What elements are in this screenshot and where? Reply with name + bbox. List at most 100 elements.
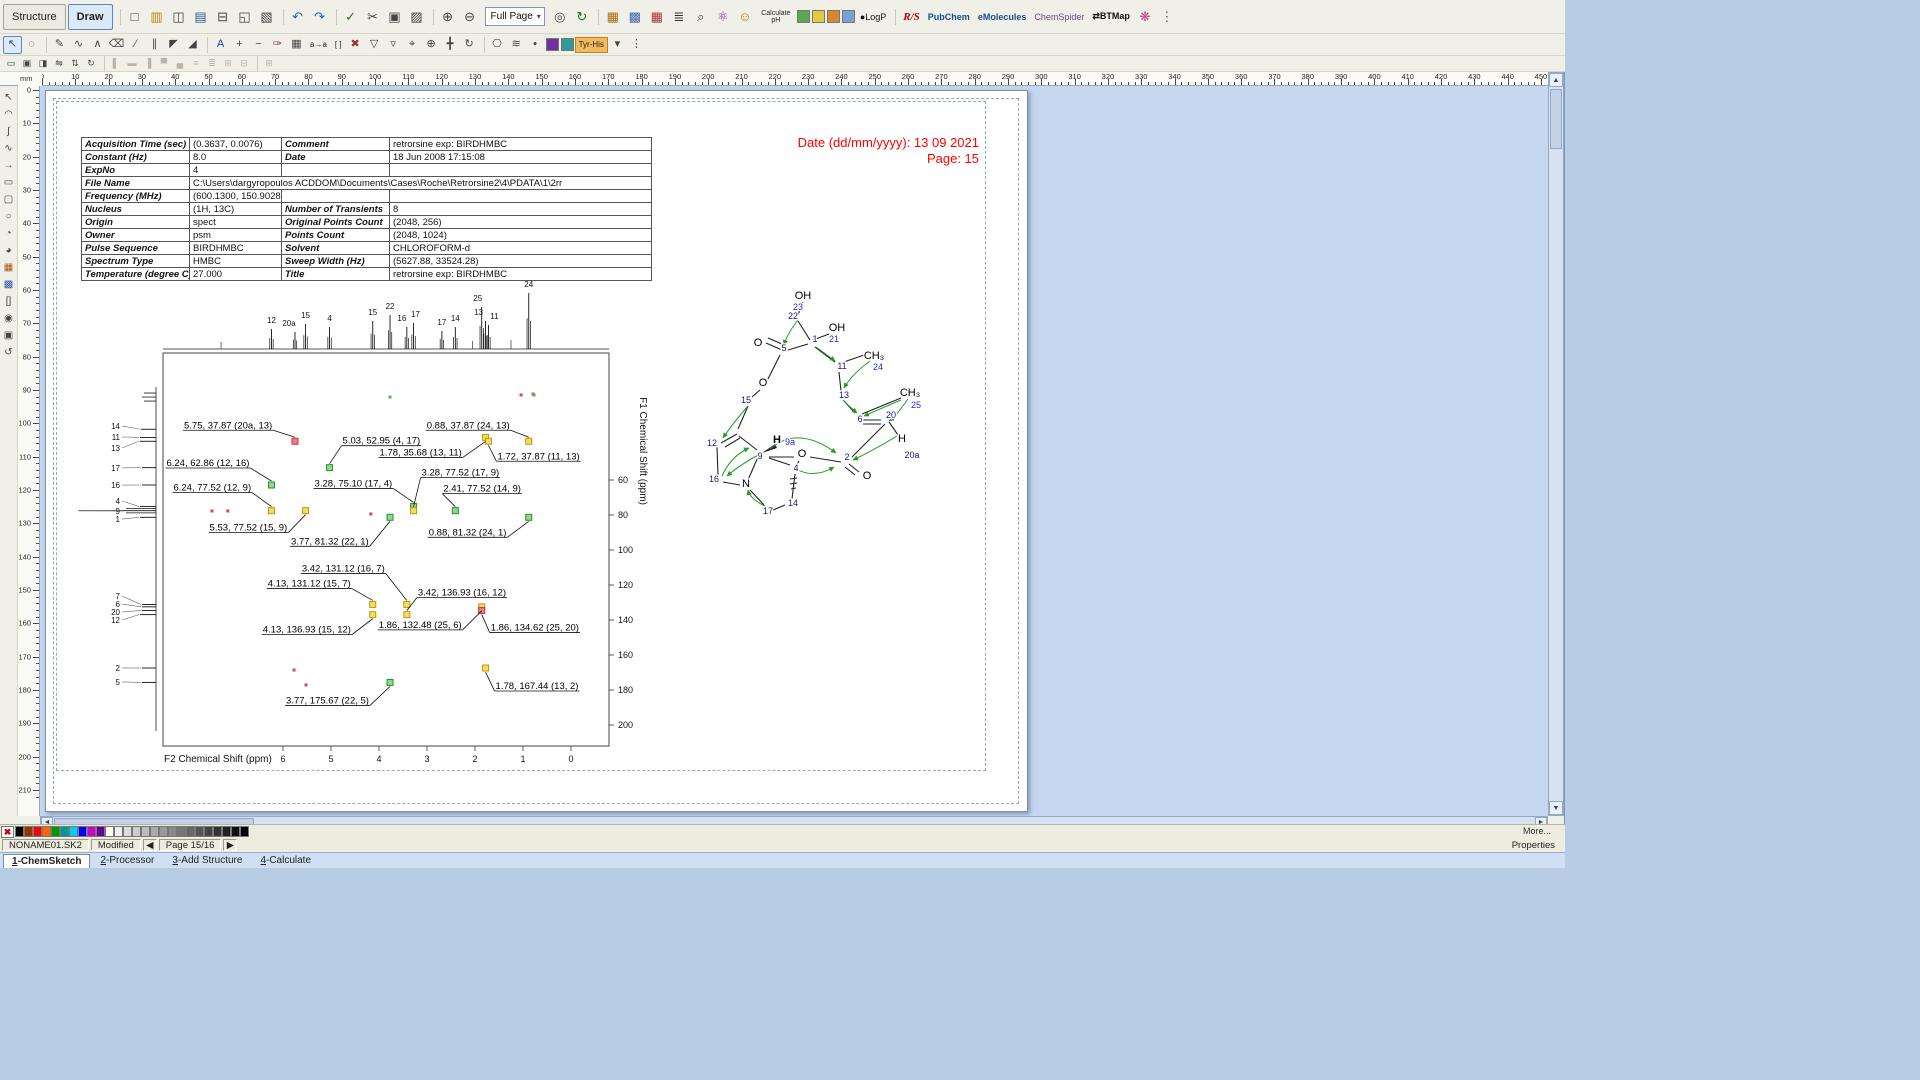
align-right-icon[interactable]: ▐ [140, 57, 156, 70]
palette-swatch[interactable] [96, 826, 105, 837]
tyr-his-button[interactable]: Tyr-His [575, 37, 608, 53]
vertical-scrollbar[interactable]: ▲ ▼ [1548, 72, 1564, 816]
no-color-swatch[interactable]: ✖ [1, 826, 14, 838]
chemspider-button[interactable]: ChemSpider [1030, 8, 1088, 26]
pan-icon[interactable]: ◎ [549, 6, 571, 28]
draw-chain-icon[interactable]: ∧ [88, 36, 107, 54]
radical-icon[interactable]: • [526, 36, 545, 54]
zoom-level-select[interactable]: Full Page▾ [485, 7, 545, 26]
select-tool-icon[interactable]: ↖ [1, 88, 17, 105]
spline-icon[interactable]: ◠ [1, 105, 17, 122]
palette-swatch[interactable] [231, 826, 240, 837]
bond-wedge-up-icon[interactable]: ◤ [164, 36, 183, 54]
peptide-icon[interactable] [561, 38, 574, 51]
dictionary-icon[interactable]: ≣ [668, 6, 690, 28]
bond-wedge-down-icon[interactable]: ◢ [183, 36, 202, 54]
palette-swatch[interactable] [132, 826, 141, 837]
callout-icon[interactable]: ◉ [1, 309, 17, 326]
periodic-table-icon[interactable]: ▦ [646, 6, 668, 28]
draw-mode-button[interactable]: Draw [68, 4, 113, 30]
palette-swatch[interactable] [69, 826, 78, 837]
tab-calculate[interactable]: 4-Calculate [252, 854, 319, 868]
more-tools-icon[interactable]: ⋮ [627, 36, 646, 54]
arc-icon[interactable]: ◔ [1, 224, 17, 241]
select-all-icon[interactable]: ▣ [19, 57, 35, 70]
rounded-rect-icon[interactable]: ▢ [1, 190, 17, 207]
brackets-button[interactable]: [ ] [331, 36, 346, 54]
print-preview-icon[interactable]: ◱ [234, 6, 256, 28]
palette-swatch[interactable] [195, 826, 204, 837]
calculate-ph-button[interactable]: Calculate pH [756, 7, 796, 27]
charge-plus-icon[interactable]: + [230, 36, 249, 54]
palette-swatch[interactable] [78, 826, 87, 837]
grid-colored-icon[interactable]: ▩ [1, 275, 17, 292]
rs-stereo-button[interactable]: R/S [899, 8, 924, 26]
database-orange-icon[interactable] [827, 10, 840, 23]
status-properties[interactable]: Properties [1512, 840, 1555, 851]
refresh-icon[interactable]: ↻ [571, 6, 593, 28]
table-icon[interactable]: ▦ [287, 36, 306, 54]
rotate-icon[interactable]: ↻ [460, 36, 479, 54]
grid-snap-icon[interactable]: ⊞ [261, 57, 277, 70]
next-page-button[interactable]: ▶ [223, 839, 237, 851]
center-vertical-icon[interactable]: ≣ [204, 57, 220, 70]
previous-page-button[interactable]: ◀ [143, 839, 157, 851]
center-horizontal-icon[interactable]: ≡ [188, 57, 204, 70]
zoom-in-icon[interactable]: ⊕ [437, 6, 459, 28]
tautomer-icon[interactable]: ⚛ [712, 6, 734, 28]
ring-template-icon[interactable]: ⎔ [488, 36, 507, 54]
paste-icon[interactable]: ▨ [406, 6, 428, 28]
select-cursor-icon[interactable]: ↖ [3, 36, 22, 54]
logp-button[interactable]: ●LogP [856, 8, 890, 26]
edit-pencil-icon[interactable]: ✑ [268, 36, 287, 54]
polygon-alt-icon[interactable]: ▿ [384, 36, 403, 54]
structure-mode-button[interactable]: Structure [3, 4, 66, 30]
print-icon[interactable]: ⊟ [212, 6, 234, 28]
palette-swatch[interactable] [42, 826, 51, 837]
palette-more-link[interactable]: More... [1523, 826, 1551, 836]
palette-swatch[interactable] [186, 826, 195, 837]
open-document-icon[interactable]: ▥ [146, 6, 168, 28]
toolbar-options-icon[interactable]: ⋮ [1156, 6, 1178, 28]
draw-normal-icon[interactable]: ✎ [50, 36, 69, 54]
palette-swatch[interactable] [240, 826, 249, 837]
polygon-icon[interactable]: ▽ [365, 36, 384, 54]
document-canvas[interactable]: Acquisition Time (sec)(0.3637, 0.0076)Co… [40, 86, 1548, 816]
move-icon[interactable]: ╋ [441, 36, 460, 54]
delete-tool-icon[interactable]: ⌫ [107, 36, 126, 54]
palette-swatch[interactable] [60, 826, 69, 837]
align-bottom-icon[interactable]: ▄ [172, 57, 188, 70]
map-atoms-button[interactable]: a→a [306, 36, 331, 54]
charge-minus-icon[interactable]: − [249, 36, 268, 54]
crosshair-icon[interactable]: ⌖ [403, 36, 422, 54]
undo-icon[interactable]: ↶ [287, 6, 309, 28]
wave-icon[interactable]: ∿ [1, 139, 17, 156]
palette-swatch[interactable] [177, 826, 186, 837]
tab-add-structure[interactable]: 3-Add Structure [164, 854, 250, 868]
lasso-icon[interactable]: ◌ [22, 36, 41, 54]
rotate-text-icon[interactable]: ↺ [1, 343, 17, 360]
vertical-scroll-thumb[interactable] [1550, 89, 1562, 149]
brackets-tool-icon[interactable]: [] [1, 292, 17, 309]
report-template-icon[interactable]: ▦ [602, 6, 624, 28]
scroll-up-button[interactable]: ▲ [1549, 73, 1563, 87]
palette-swatch[interactable] [15, 826, 24, 837]
palette-swatch[interactable] [114, 826, 123, 837]
btmap-button[interactable]: ⇄BTMap [1088, 8, 1134, 26]
template-dropdown-icon[interactable]: ▾ [608, 36, 627, 54]
arrow-icon[interactable]: → [1, 156, 17, 173]
align-left-icon[interactable]: ▌ [108, 57, 124, 70]
copy-icon[interactable]: ▣ [384, 6, 406, 28]
palette-swatch[interactable] [87, 826, 96, 837]
palette-swatch[interactable] [222, 826, 231, 837]
palette-swatch[interactable] [123, 826, 132, 837]
redo-icon[interactable]: ↷ [309, 6, 331, 28]
export-icon[interactable]: ▧ [256, 6, 278, 28]
check-structure-icon[interactable]: ✓ [340, 6, 362, 28]
stamp-icon[interactable]: ▣ [1, 326, 17, 343]
cut-icon[interactable]: ✂ [362, 6, 384, 28]
draw-continuous-icon[interactable]: ∿ [69, 36, 88, 54]
chain-template-icon[interactable]: ≋ [507, 36, 526, 54]
bond-double-icon[interactable]: ∥ [145, 36, 164, 54]
curve-icon[interactable]: ∫ [1, 122, 17, 139]
